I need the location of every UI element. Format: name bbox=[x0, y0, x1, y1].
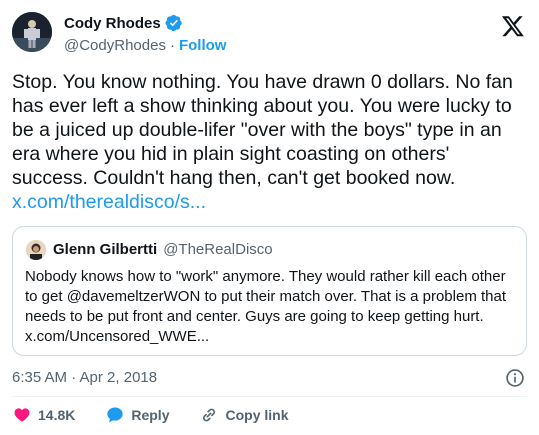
author-avatar[interactable] bbox=[12, 12, 52, 52]
follow-button[interactable]: Follow bbox=[179, 37, 227, 54]
quote-body: Nobody knows how to "work" anymore. They… bbox=[25, 267, 520, 347]
verified-badge-icon bbox=[165, 14, 183, 32]
tweet-body: Stop. You know nothing. You have drawn 0… bbox=[12, 70, 527, 214]
quote-author-name: Glenn Gilbertti bbox=[53, 241, 158, 258]
tweet-timestamp[interactable]: 6:35 AM · Apr 2, 2018 bbox=[12, 369, 157, 386]
quote-author-avatar bbox=[26, 240, 46, 260]
link-icon bbox=[203, 408, 216, 422]
quote-link[interactable]: x.com/Uncensored_WWE... bbox=[25, 327, 520, 347]
author-name[interactable]: Cody Rhodes bbox=[64, 15, 161, 32]
quoted-tweet[interactable]: Glenn Gilbertti @TheRealDisco Nobody kno… bbox=[12, 226, 527, 356]
x-logo-icon[interactable] bbox=[501, 14, 525, 38]
info-icon[interactable] bbox=[505, 368, 525, 388]
quote-text: Nobody knows how to "work" anymore. They… bbox=[25, 268, 506, 325]
heart-icon bbox=[14, 408, 30, 422]
like-count: 14.8K bbox=[38, 407, 76, 423]
tweet-link[interactable]: x.com/therealdisco/s... bbox=[12, 190, 527, 214]
tweet-text: Stop. You know nothing. You have drawn 0… bbox=[12, 71, 513, 189]
divider bbox=[12, 396, 527, 397]
handle-separator: · bbox=[169, 37, 175, 54]
action-bar: 14.8K Reply Copy link bbox=[12, 405, 319, 425]
reply-label: Reply bbox=[131, 407, 170, 423]
author-handle[interactable]: @CodyRhodes bbox=[64, 37, 166, 54]
like-button[interactable]: 14.8K bbox=[12, 405, 75, 425]
reply-icon bbox=[107, 407, 124, 423]
copy-link-label: Copy link bbox=[225, 407, 289, 423]
tweet-card: Cody Rhodes @CodyRhodes · Follow Stop. Y… bbox=[0, 0, 539, 435]
copy-link-button[interactable]: Copy link bbox=[199, 405, 289, 425]
quote-author-handle: @TheRealDisco bbox=[163, 241, 273, 258]
reply-button[interactable]: Reply bbox=[105, 405, 169, 425]
